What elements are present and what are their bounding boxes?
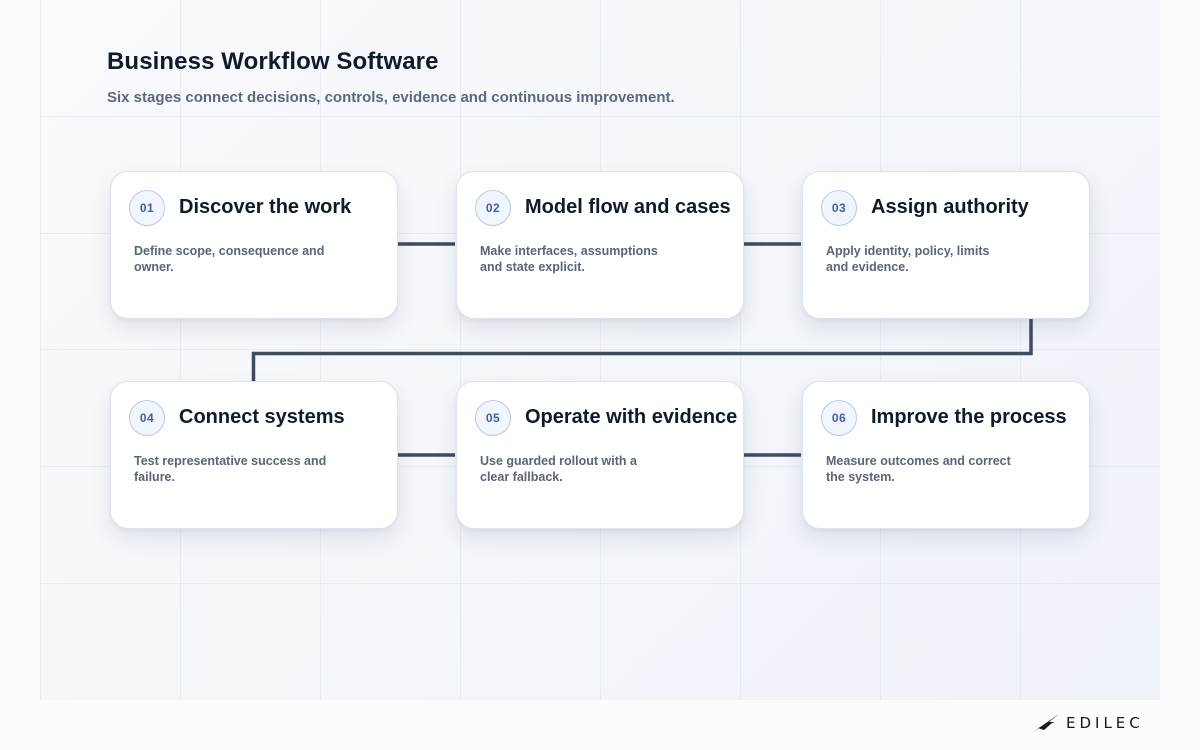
stage-card-model: 02 Model flow and cases Make interfaces,… (456, 171, 744, 319)
bird-wing-icon (1033, 714, 1059, 732)
stage-description: Apply identity, policy, limits and evide… (826, 244, 990, 274)
stage-number-badge: 05 (475, 400, 511, 436)
stage-number-badge: 03 (821, 190, 857, 226)
stage-card-assign: 03 Assign authority Apply identity, poli… (802, 171, 1090, 319)
stage-description: Make interfaces, assumptions and state e… (480, 244, 658, 274)
brand-name: EDILEC (1066, 714, 1144, 732)
stage-title: Discover the work (179, 196, 352, 218)
stage-description: Measure outcomes and correct the system. (826, 454, 1011, 484)
stage-title: Connect systems (179, 406, 345, 428)
stage-number-badge: 02 (475, 190, 511, 226)
workflow-connectors (251, 242, 1033, 457)
brand-logo: EDILEC (1032, 712, 1144, 734)
stage-card-improve: 06 Improve the process Measure outcomes … (802, 381, 1090, 529)
stage-description: Test representative success and failure. (134, 454, 327, 484)
stage-description: Use guarded rollout with a clear fallbac… (480, 454, 637, 484)
stage-title: Assign authority (871, 196, 1029, 218)
stage-number-badge: 04 (129, 400, 165, 436)
stage-card-operate: 05 Operate with evidence Use guarded rol… (456, 381, 744, 529)
stage-description: Define scope, consequence and owner. (134, 244, 325, 274)
stage-card-discover: 01 Discover the work Define scope, conse… (110, 171, 398, 319)
stage-card-connect: 04 Connect systems Test representative s… (110, 381, 398, 529)
stage-number-badge: 01 (129, 190, 165, 226)
stage-title: Operate with evidence (525, 406, 738, 428)
stage-title: Model flow and cases (525, 196, 731, 218)
stage-title: Improve the process (871, 406, 1067, 428)
connector-03-04 (251, 319, 1033, 381)
stage-number-badge: 06 (821, 400, 857, 436)
